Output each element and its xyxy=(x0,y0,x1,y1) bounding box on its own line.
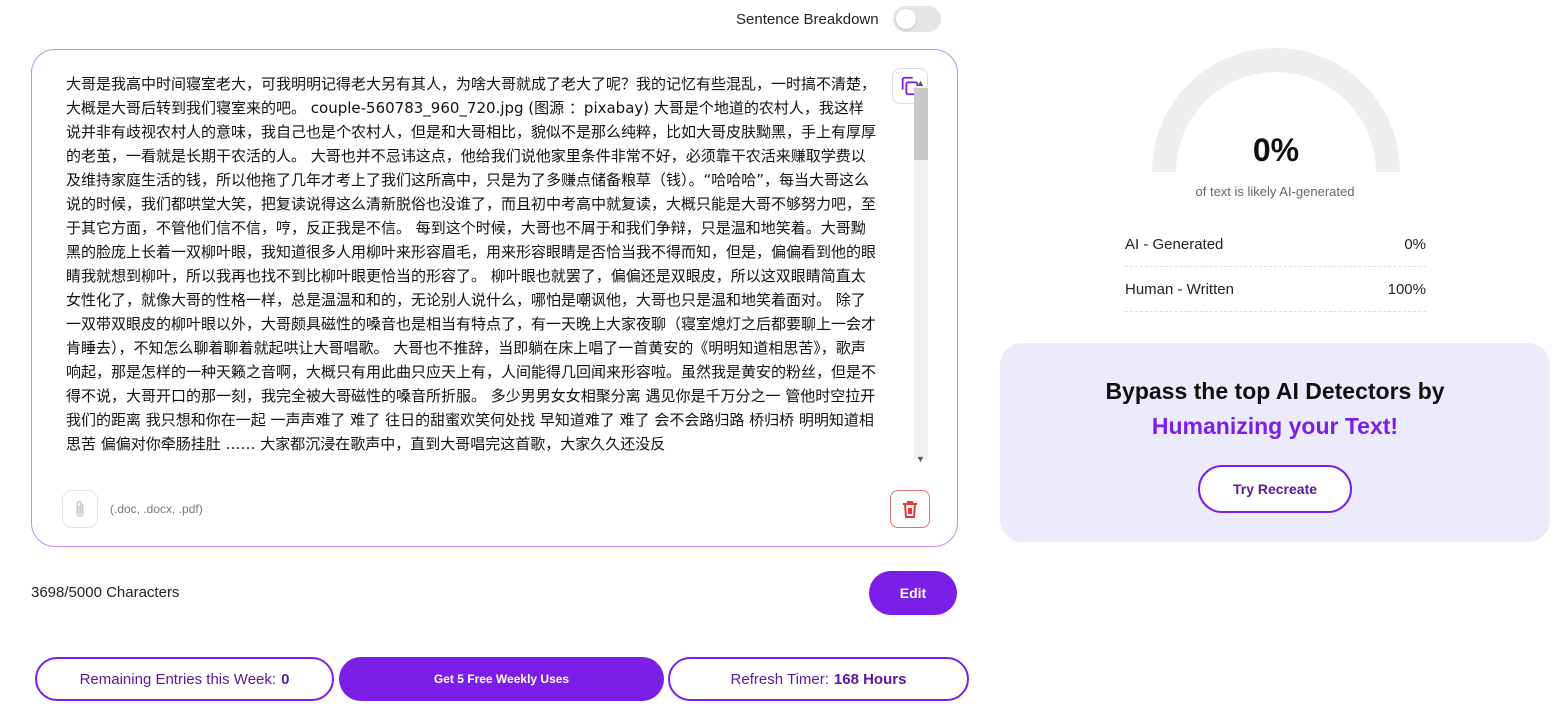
get-free-uses-button[interactable]: Get 5 Free Weekly Uses xyxy=(339,657,664,701)
refresh-timer-label: Refresh Timer: xyxy=(730,670,829,688)
ai-generated-value: 0% xyxy=(1404,235,1426,253)
character-count: 3698/5000 Characters xyxy=(31,584,180,601)
file-types-hint: (.doc, .docx, .pdf) xyxy=(110,502,203,516)
refresh-timer-value: 168 Hours xyxy=(833,670,907,688)
delete-button[interactable] xyxy=(890,490,930,528)
remaining-entries-label: Remaining Entries this Week: xyxy=(79,670,277,688)
toggle-knob xyxy=(895,9,916,29)
text-editor: 大哥是我高中时间寝室老大，可我明明记得老大另有其人，为啥大哥就成了老大了呢？我的… xyxy=(31,49,958,547)
ai-percentage-caption: of text is likely AI-generated xyxy=(1195,184,1355,199)
try-recreate-button[interactable]: Try Recreate xyxy=(1198,465,1352,513)
trash-icon xyxy=(903,501,917,518)
human-written-row: Human - Written 100% xyxy=(1125,267,1426,312)
ai-generated-row: AI - Generated 0% xyxy=(1125,222,1426,267)
scroll-down-arrow-icon[interactable]: ▼ xyxy=(916,454,925,464)
remaining-entries-value: 0 xyxy=(281,670,290,688)
remaining-entries-badge: Remaining Entries this Week: 0 xyxy=(35,657,334,701)
text-input-area[interactable]: 大哥是我高中时间寝室老大，可我明明记得老大另有其人，为啥大哥就成了老大了呢？我的… xyxy=(66,72,876,467)
editor-scrollbar[interactable]: ▲ ▼ xyxy=(912,78,930,468)
sentence-breakdown-label: Sentence Breakdown xyxy=(736,10,879,28)
humanize-promo-card: Bypass the top AI Detectors by Humanizin… xyxy=(1000,343,1550,542)
sentence-breakdown-control: Sentence Breakdown xyxy=(736,6,941,32)
refresh-timer-badge: Refresh Timer: 168 Hours xyxy=(668,657,969,701)
ai-percentage: 0% xyxy=(1252,132,1300,168)
promo-title: Bypass the top AI Detectors by xyxy=(1105,378,1445,404)
sentence-breakdown-toggle[interactable] xyxy=(892,6,941,32)
paperclip-icon xyxy=(76,501,84,517)
ai-generated-label: AI - Generated xyxy=(1125,235,1224,253)
human-written-value: 100% xyxy=(1387,280,1426,298)
scroll-thumb[interactable] xyxy=(914,88,928,160)
human-written-label: Human - Written xyxy=(1125,280,1234,298)
promo-highlight: Humanizing your Text! xyxy=(1151,413,1399,439)
attach-area: (.doc, .docx, .pdf) xyxy=(62,490,203,528)
attach-file-button[interactable] xyxy=(62,490,98,528)
edit-button[interactable]: Edit xyxy=(869,571,957,615)
